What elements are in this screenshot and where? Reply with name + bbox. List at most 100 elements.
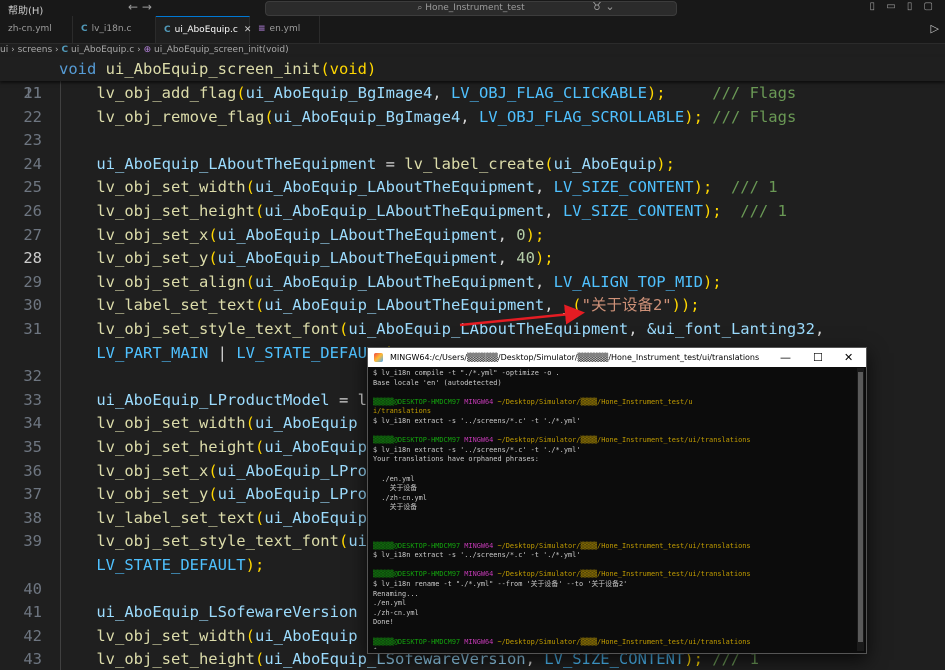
code-token: ); — [245, 556, 265, 574]
line-number: 34 — [23, 414, 42, 433]
code-line[interactable]: 26 lv_obj_set_height(ui_AboEquip_LAboutT… — [0, 199, 945, 223]
terminal-text: Base locale 'en' (autodetected) — [373, 378, 502, 387]
code-line[interactable]: 24 ui_AboEquip_LAboutTheEquipment = lv_l… — [0, 152, 945, 176]
line-number: 11 — [23, 84, 42, 102]
terminal-text: 关于设备 — [373, 484, 418, 493]
code-line[interactable]: 29 lv_obj_set_align(ui_AboEquip_LAboutTh… — [0, 270, 945, 294]
terminal-text: ~/Desktop/Simulator/▒▒▒▒/Hone_Instrument… — [497, 570, 751, 579]
sticky-code: void ui_AboEquip_screen_init(void) — [59, 57, 376, 81]
code-line[interactable]: 23 — [0, 128, 945, 152]
terminal-title-bar[interactable]: MINGW64:/c/Users/▒▒▒▒▒/Desktop/Simulator… — [368, 348, 866, 367]
mingw-app-icon — [374, 353, 383, 362]
code-token: ( — [338, 320, 349, 338]
code-token: LV_ALIGN_TOP_MID — [553, 272, 703, 291]
terminal-text: ▒▒▒▒▒@DESKTOP-HMDCM97 — [373, 570, 465, 579]
code-line[interactable]: 27 lv_obj_set_x(ui_AboEquip_LAboutTheEqu… — [0, 223, 945, 247]
mingw64-terminal-window[interactable]: MINGW64:/c/Users/▒▒▒▒▒/Desktop/Simulator… — [367, 347, 867, 654]
tab-0[interactable]: zh-cn.yml — [0, 16, 73, 43]
minimize-icon[interactable]: — — [780, 348, 791, 367]
tab-3[interactable]: ≡ en.yml — [250, 16, 320, 43]
terminal-text: ▒▒▒▒▒@DESKTOP-HMDCM97 — [373, 541, 465, 550]
terminal-text: ./en.yml — [373, 599, 407, 608]
sticky-scroll-header[interactable]: 11 void ui_AboEquip_screen_init(void) — [0, 57, 945, 102]
code-token: /// 1 — [721, 202, 787, 220]
code-token: lv_label_set_text — [96, 296, 255, 315]
c-file-icon: C — [81, 24, 88, 34]
code-token: ( — [544, 154, 554, 173]
c-file-icon: C — [164, 25, 171, 35]
sticky-line[interactable]: 11 void ui_AboEquip_screen_init(void) — [0, 57, 945, 102]
line-number: 39 — [23, 532, 42, 551]
code-token: "关于设备2" — [581, 296, 672, 315]
nav-arrows[interactable]: ← → — [128, 0, 152, 14]
code-token: , — [544, 202, 563, 220]
tab-label: ui_AboEquip.c — [174, 25, 238, 35]
menu-help[interactable]: 帮助(H) — [8, 2, 43, 17]
layout-toggle-icons[interactable]: ▯ ▭ ▯ ▢ — [870, 1, 937, 12]
terminal-title: MINGW64:/c/Users/▒▒▒▒▒/Desktop/Simulator… — [390, 353, 760, 362]
terminal-text: $ lv_i18n extract -s '../screens/*.c' -t… — [373, 445, 581, 454]
code-text: lv_obj_set_height(ui_AboEquip_LAboutTheE… — [59, 199, 787, 223]
code-token: ( — [236, 84, 246, 102]
terminal-output[interactable]: $ lv_i18n compile -t "./*.yml" -optimize… — [373, 369, 853, 649]
code-token: ( — [254, 202, 265, 220]
code-line[interactable]: 22 lv_obj_remove_flag(ui_AboEquip_BgImag… — [0, 105, 945, 129]
terminal-line: ./en.yml — [373, 475, 853, 485]
code-token: ( — [208, 225, 218, 244]
terminal-line: $ lv_i18n extract -s '../screens/*.c' -t… — [373, 551, 853, 561]
terminal-scrollbar-thumb[interactable] — [858, 372, 863, 642]
code-line[interactable]: 28 lv_obj_set_y(ui_AboEquip_LAboutTheEqu… — [0, 246, 945, 270]
code-token: ui_AboEquip_LAboutTheEquipment — [254, 178, 535, 197]
line-number: 42 — [23, 626, 42, 645]
terminal-text: 关于设备 — [373, 503, 418, 512]
code-token: ui_AboEquip_LAboutTheEquipment — [264, 202, 545, 220]
code-token: ( — [245, 178, 255, 197]
breadcrumb-file[interactable]: ui_AboEquip.c — [71, 45, 134, 55]
breadcrumb-ui[interactable]: ui — [0, 45, 8, 55]
tab-2[interactable]: Cui_AboEquip.c ✕ — [156, 16, 251, 43]
code-text: ui_AboEquip_LAboutTheEquipment = lv_labe… — [59, 152, 675, 176]
maximize-icon[interactable]: ☐ — [813, 348, 823, 367]
breadcrumb-function[interactable]: ui_AboEquip_screen_init(void) — [154, 45, 289, 55]
command-center-search[interactable]: ⌕ Hone_Instrument_test — [265, 1, 677, 16]
code-token: lv_obj_set_x — [96, 461, 209, 480]
code-token: ui_AboEquip_LPro — [217, 485, 367, 504]
code-token: ); — [534, 249, 554, 268]
line-number: 30 — [23, 296, 42, 315]
terminal-line: $ lv_i18n extract -s '../screens/*.c' -t… — [373, 417, 853, 427]
code-text: lv_obj_set_width(ui_AboEquip — [59, 624, 357, 648]
code-token: ( — [254, 296, 265, 315]
terminal-line: ./en.yml — [373, 599, 853, 609]
code-token: ui_AboEquip_BgImage4 — [245, 84, 433, 102]
code-line[interactable]: 21 lv_obj_add_flag(ui_AboEquip_BgImage4,… — [0, 81, 945, 105]
code-text: ui_AboEquip_LSofewareVersion — [59, 600, 357, 624]
yaml-file-icon: ≡ — [258, 24, 266, 34]
line-number: 36 — [23, 461, 42, 480]
code-text: lv_obj_add_flag(ui_AboEquip_BgImage4, LV… — [59, 81, 796, 105]
code-line[interactable]: 25 lv_obj_set_width(ui_AboEquip_LAboutTh… — [0, 175, 945, 199]
code-token: 40 — [516, 249, 535, 268]
code-token: ); — [702, 202, 722, 220]
line-number: 31 — [23, 320, 42, 338]
tab-1[interactable]: Clv_i18n.c — [73, 16, 156, 43]
code-token: lv_obj_set_x — [96, 225, 209, 244]
terminal-line: ▒▒▒▒▒@DESKTOP-HMDCM97 MINGW64 ~/Desktop/… — [373, 398, 853, 408]
terminal-line: 关于设备 — [373, 503, 853, 513]
terminal-line: Done! — [373, 618, 853, 628]
close-icon[interactable]: ✕ — [844, 348, 853, 367]
copilot-icon[interactable]: ♉ ⌄ — [592, 0, 615, 13]
code-token: ui_AboEquip_LProductModel — [96, 390, 330, 409]
terminal-text: ~/Desktop/Simulator/▒▒▒▒/Hone_Instrument… — [497, 436, 751, 445]
breadcrumb-screens[interactable]: screens — [18, 45, 53, 55]
terminal-text: ~/Desktop/Simulator/▒▒▒▒/Hone_Instrument… — [497, 397, 693, 406]
run-debug-icon[interactable]: ▷ — [931, 22, 939, 35]
